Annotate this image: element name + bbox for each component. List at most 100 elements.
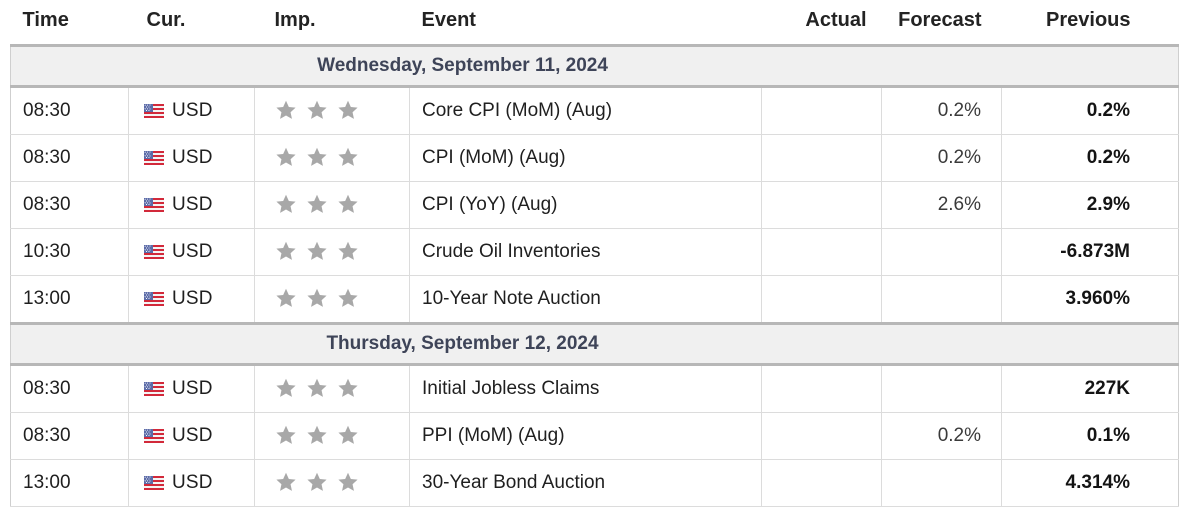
column-header-actual[interactable]: Actual — [761, 0, 882, 47]
column-header-currency[interactable]: Cur. — [128, 0, 255, 47]
star-icon — [275, 378, 297, 399]
cell-forecast-value: 2.6% — [881, 181, 1002, 229]
star-icon — [337, 100, 359, 121]
day-header-cell: Thursday, September 12, 2024 — [10, 322, 1179, 366]
star-icon — [306, 472, 328, 493]
importance-stars — [275, 378, 359, 399]
currency-code: USD — [172, 100, 213, 121]
cell-actual-value — [761, 412, 882, 460]
cell-forecast-value — [881, 459, 1002, 507]
day-header-row: Wednesday, September 11, 2024 — [10, 44, 1179, 88]
table-row[interactable]: 08:30 USD PPI (MoM) (Aug) 0.2% 0.1% — [10, 412, 1179, 460]
star-icon — [337, 241, 359, 262]
cell-actual-value — [761, 181, 882, 229]
cell-importance — [254, 412, 410, 460]
cell-event-name[interactable]: PPI (MoM) (Aug) — [409, 412, 762, 460]
star-icon — [275, 100, 297, 121]
currency-code: USD — [172, 194, 213, 215]
cell-importance — [254, 364, 410, 413]
table-row[interactable]: 08:30 USD CPI (YoY) (Aug) 2.6% 2.9% — [10, 181, 1179, 229]
star-icon — [306, 194, 328, 215]
currency-code: USD — [172, 472, 213, 493]
cell-currency: USD — [128, 228, 255, 276]
column-header-event[interactable]: Event — [409, 0, 762, 47]
star-icon — [337, 472, 359, 493]
us-flag-icon — [144, 151, 164, 165]
currency-code: USD — [172, 241, 213, 262]
table-row[interactable]: 08:30 USD CPI (MoM) (Aug) 0.2% 0.2% — [10, 134, 1179, 182]
cell-actual-value — [761, 134, 882, 182]
us-flag-icon — [144, 198, 164, 212]
star-icon — [275, 288, 297, 309]
day-header-cell: Wednesday, September 11, 2024 — [10, 44, 1179, 88]
cell-forecast-value — [881, 364, 1002, 413]
header-row: Time Cur. Imp. Event Actual Forecast Pre… — [10, 0, 1179, 47]
importance-stars — [275, 194, 359, 215]
day-header-row: Thursday, September 12, 2024 — [10, 322, 1179, 366]
column-header-importance[interactable]: Imp. — [254, 0, 410, 47]
us-flag-icon — [144, 429, 164, 443]
cell-event-name[interactable]: CPI (YoY) (Aug) — [409, 181, 762, 229]
cell-importance — [254, 228, 410, 276]
table-row[interactable]: 13:00 USD 10-Year Note Auction 3.960% — [10, 275, 1179, 324]
star-icon — [306, 378, 328, 399]
cell-forecast-value: 0.2% — [881, 412, 1002, 460]
cell-actual-value — [761, 459, 882, 507]
us-flag-icon — [144, 382, 164, 396]
economic-calendar-table: Time Cur. Imp. Event Actual Forecast Pre… — [10, 0, 1179, 507]
cell-event-name[interactable]: 10-Year Note Auction — [409, 275, 762, 324]
cell-event-name[interactable]: CPI (MoM) (Aug) — [409, 134, 762, 182]
cell-importance — [254, 134, 410, 182]
column-header-previous[interactable]: Previous — [1001, 0, 1179, 47]
cell-previous-value: 0.1% — [1001, 412, 1179, 460]
cell-time: 08:30 — [10, 134, 129, 182]
us-flag-icon — [144, 104, 164, 118]
importance-stars — [275, 425, 359, 446]
importance-stars — [275, 147, 359, 168]
star-icon — [306, 147, 328, 168]
table-row[interactable]: 13:00 USD 30-Year Bond Auction 4.314% — [10, 459, 1179, 507]
cell-forecast-value: 0.2% — [881, 134, 1002, 182]
cell-event-name[interactable]: 30-Year Bond Auction — [409, 459, 762, 507]
cell-event-name[interactable]: Core CPI (MoM) (Aug) — [409, 86, 762, 135]
star-icon — [275, 425, 297, 446]
cell-previous-value: -6.873M — [1001, 228, 1179, 276]
cell-event-name[interactable]: Crude Oil Inventories — [409, 228, 762, 276]
star-icon — [275, 194, 297, 215]
cell-time: 13:00 — [10, 459, 129, 507]
table-row[interactable]: 10:30 USD Crude Oil Inventories -6.873M — [10, 228, 1179, 276]
currency-code: USD — [172, 378, 213, 399]
table-row[interactable]: 08:30 USD Initial Jobless Claims 227K — [10, 364, 1179, 413]
currency-code: USD — [172, 425, 213, 446]
cell-time: 08:30 — [10, 364, 129, 413]
star-icon — [306, 425, 328, 446]
currency-code: USD — [172, 147, 213, 168]
importance-stars — [275, 100, 359, 121]
cell-event-name[interactable]: Initial Jobless Claims — [409, 364, 762, 413]
cell-actual-value — [761, 275, 882, 324]
cell-actual-value — [761, 86, 882, 135]
star-icon — [337, 147, 359, 168]
importance-stars — [275, 288, 359, 309]
us-flag-icon — [144, 476, 164, 490]
cell-actual-value — [761, 364, 882, 413]
us-flag-icon — [144, 292, 164, 306]
cell-importance — [254, 275, 410, 324]
cell-currency: USD — [128, 459, 255, 507]
cell-importance — [254, 459, 410, 507]
table-row[interactable]: 08:30 USD Core CPI (MoM) (Aug) 0.2% 0.2% — [10, 86, 1179, 135]
cell-forecast-value — [881, 228, 1002, 276]
table-body: Wednesday, September 11, 2024 08:30 USD Cor… — [10, 44, 1179, 507]
cell-previous-value: 0.2% — [1001, 86, 1179, 135]
cell-currency: USD — [128, 134, 255, 182]
currency-code: USD — [172, 288, 213, 309]
importance-stars — [275, 241, 359, 262]
table-header: Time Cur. Imp. Event Actual Forecast Pre… — [10, 0, 1179, 47]
column-header-time[interactable]: Time — [10, 0, 129, 47]
cell-importance — [254, 181, 410, 229]
economic-calendar: Time Cur. Imp. Event Actual Forecast Pre… — [0, 0, 1188, 507]
column-header-forecast[interactable]: Forecast — [881, 0, 1002, 47]
cell-time: 08:30 — [10, 181, 129, 229]
cell-previous-value: 0.2% — [1001, 134, 1179, 182]
cell-currency: USD — [128, 275, 255, 324]
